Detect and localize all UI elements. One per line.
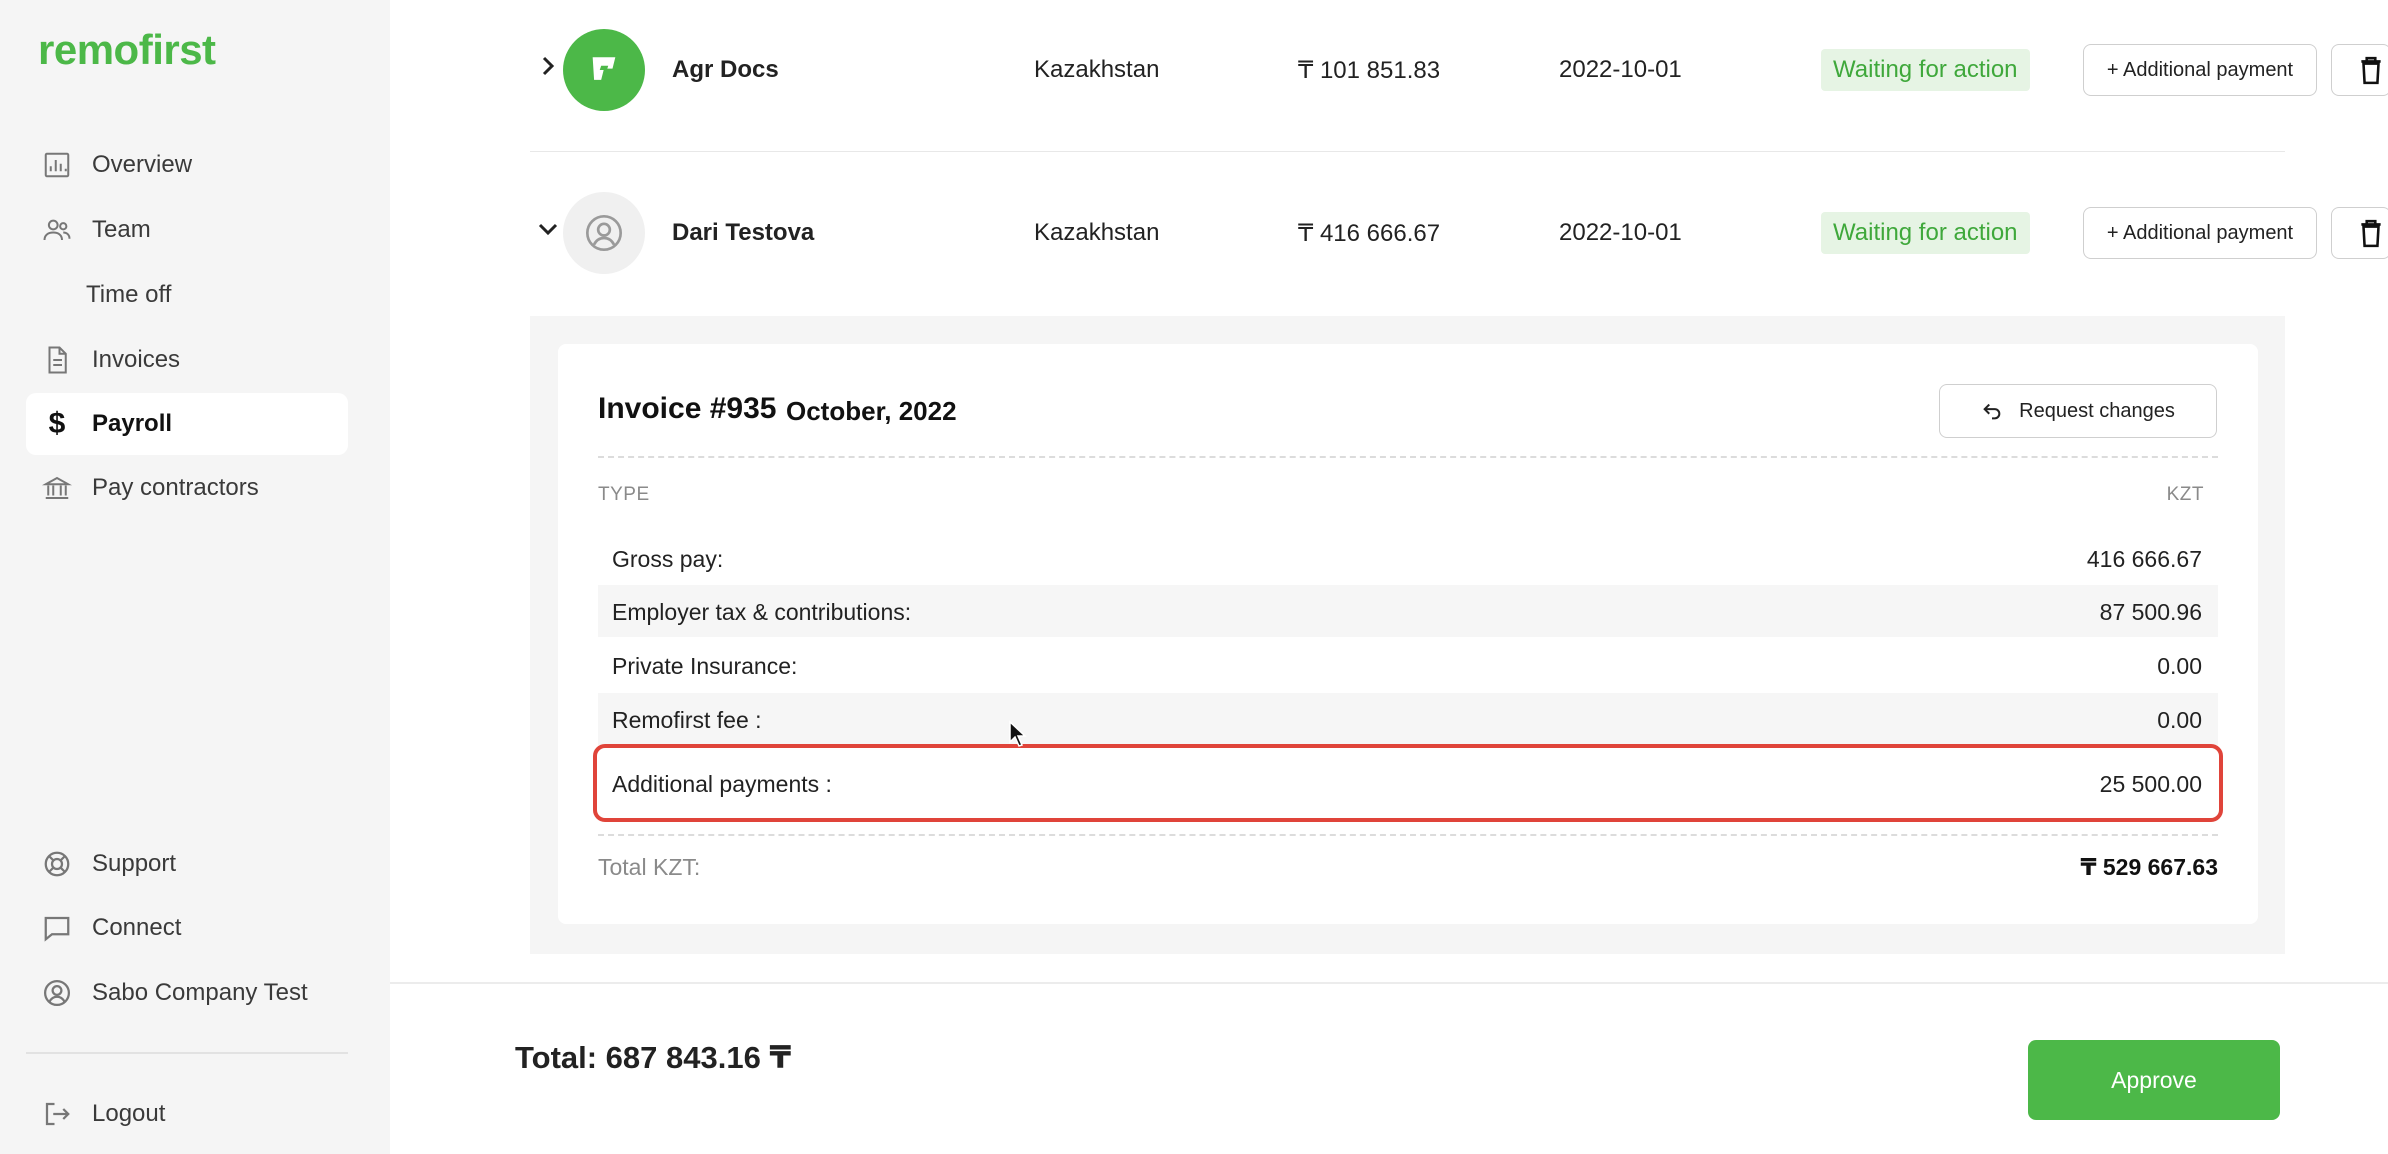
sidebar-item-label: Overview bbox=[92, 151, 193, 178]
employee-country: Kazakhstan bbox=[1034, 56, 1160, 83]
approve-button[interactable]: Approve bbox=[2028, 1040, 2280, 1120]
line-value: 416 666.67 bbox=[2086, 546, 2202, 572]
user-circle-icon bbox=[40, 976, 74, 1010]
line-label: Gross pay: bbox=[612, 546, 724, 572]
sidebar-item-label: Pay contractors bbox=[92, 474, 259, 501]
avatar bbox=[563, 29, 645, 111]
invoice-line: Remofirst fee : 0.00 bbox=[598, 693, 2218, 745]
sidebar-item-label: Sabo Company Test bbox=[92, 979, 308, 1006]
delete-button[interactable] bbox=[2331, 44, 2388, 96]
status-badge: Waiting for action bbox=[1821, 49, 2030, 91]
dashed-divider bbox=[598, 456, 2218, 458]
invoice-line: Private Insurance: 0.00 bbox=[598, 639, 2218, 691]
row-divider bbox=[530, 151, 2285, 152]
sidebar-item-time-off[interactable]: Time off bbox=[26, 264, 348, 326]
sidebar-item-label: Invoices bbox=[92, 346, 181, 373]
invoice-line: Gross pay: 416 666.67 bbox=[598, 532, 2218, 584]
sidebar-item-label: Logout bbox=[92, 1100, 166, 1127]
employee-amount: ₸ 416 666.67 bbox=[1298, 220, 1441, 247]
lifebuoy-icon bbox=[40, 847, 74, 881]
dollar-icon: $ bbox=[48, 407, 66, 440]
sidebar-item-overview[interactable]: Overview bbox=[26, 134, 348, 196]
sidebar-item-account[interactable]: Sabo Company Test bbox=[26, 962, 348, 1024]
company-logo-icon bbox=[592, 57, 616, 80]
line-value: 87 500.96 bbox=[2099, 599, 2202, 625]
sidebar-item-label: Connect bbox=[92, 914, 182, 941]
sidebar-divider bbox=[26, 1052, 348, 1054]
trash-icon bbox=[2361, 56, 2381, 85]
sidebar-item-label: Support bbox=[92, 850, 177, 877]
trash-icon bbox=[2361, 219, 2381, 248]
highlight-box bbox=[593, 744, 2223, 822]
total-value: ₸ 529 667.63 bbox=[2080, 854, 2218, 880]
line-label: Employer tax & contributions: bbox=[612, 599, 912, 625]
column-header-type: TYPE bbox=[598, 484, 650, 505]
invoice-line: Employer tax & contributions: 87 500.96 bbox=[598, 585, 2218, 637]
delete-button[interactable] bbox=[2331, 207, 2388, 259]
invoice-card: Invoice #935 October, 2022 Request chang… bbox=[558, 344, 2258, 924]
column-header-currency: KZT bbox=[2166, 484, 2204, 505]
grand-total: Total: 687 843.16 ₸ bbox=[515, 1040, 792, 1075]
sidebar-item-pay-contractors[interactable]: Pay contractors bbox=[26, 457, 348, 519]
line-label: Remofirst fee : bbox=[612, 707, 762, 733]
sidebar-item-label: Payroll bbox=[92, 410, 173, 437]
employee-country: Kazakhstan bbox=[1034, 219, 1160, 246]
request-changes-label: Request changes bbox=[2019, 399, 2175, 422]
table-row[interactable]: Dari Testova Kazakhstan ₸ 416 666.67 202… bbox=[530, 173, 2388, 293]
additional-payment-button[interactable]: + Additional payment bbox=[2083, 207, 2317, 259]
invoice-title: Invoice #935 bbox=[598, 392, 777, 425]
line-value: 0.00 bbox=[2157, 653, 2202, 679]
dashed-divider bbox=[598, 834, 2218, 836]
sidebar-item-logout[interactable]: Logout bbox=[26, 1083, 348, 1145]
chevron-right-icon[interactable] bbox=[536, 54, 560, 78]
employee-amount: ₸ 101 851.83 bbox=[1298, 57, 1441, 84]
line-label: Private Insurance: bbox=[612, 653, 798, 679]
sidebar-item-label: Time off bbox=[86, 281, 172, 308]
document-icon bbox=[40, 343, 74, 377]
footer-divider bbox=[390, 982, 2388, 984]
table-row[interactable]: Agr Docs Kazakhstan ₸ 101 851.83 2022-10… bbox=[530, 10, 2388, 130]
additional-payment-button[interactable]: + Additional payment bbox=[2083, 44, 2317, 96]
request-changes-button[interactable]: Request changes bbox=[1939, 384, 2217, 438]
chart-icon bbox=[40, 148, 74, 182]
sidebar-item-invoices[interactable]: Invoices bbox=[26, 329, 348, 391]
bank-icon bbox=[40, 471, 74, 505]
chat-icon bbox=[40, 911, 74, 945]
invoice-month: October, 2022 bbox=[786, 396, 957, 426]
brand-logo[interactable]: remofirst bbox=[38, 26, 216, 74]
sidebar-item-label: Team bbox=[92, 216, 151, 243]
status-badge: Waiting for action bbox=[1821, 212, 2030, 254]
employee-name: Dari Testova bbox=[672, 219, 815, 246]
total-label: Total KZT: bbox=[598, 854, 701, 880]
employee-name: Agr Docs bbox=[672, 56, 779, 83]
invoice-panel: Invoice #935 October, 2022 Request chang… bbox=[530, 316, 2285, 954]
people-icon bbox=[40, 213, 74, 247]
sidebar-item-team[interactable]: Team bbox=[26, 199, 348, 261]
undo-icon bbox=[1983, 403, 2001, 420]
logout-icon bbox=[40, 1097, 74, 1131]
sidebar: remofirst Overview Team Time off Invoice… bbox=[0, 0, 390, 1154]
sidebar-item-connect[interactable]: Connect bbox=[26, 897, 348, 959]
user-placeholder-icon bbox=[586, 215, 622, 251]
mouse-cursor-icon bbox=[1009, 720, 1027, 747]
avatar bbox=[563, 192, 645, 274]
chevron-down-icon[interactable] bbox=[536, 217, 560, 241]
sidebar-item-payroll[interactable]: $ Payroll bbox=[26, 393, 348, 455]
sidebar-item-support[interactable]: Support bbox=[26, 833, 348, 895]
line-value: 0.00 bbox=[2157, 707, 2202, 733]
payment-date: 2022-10-01 bbox=[1559, 219, 1682, 246]
payment-date: 2022-10-01 bbox=[1559, 56, 1682, 83]
